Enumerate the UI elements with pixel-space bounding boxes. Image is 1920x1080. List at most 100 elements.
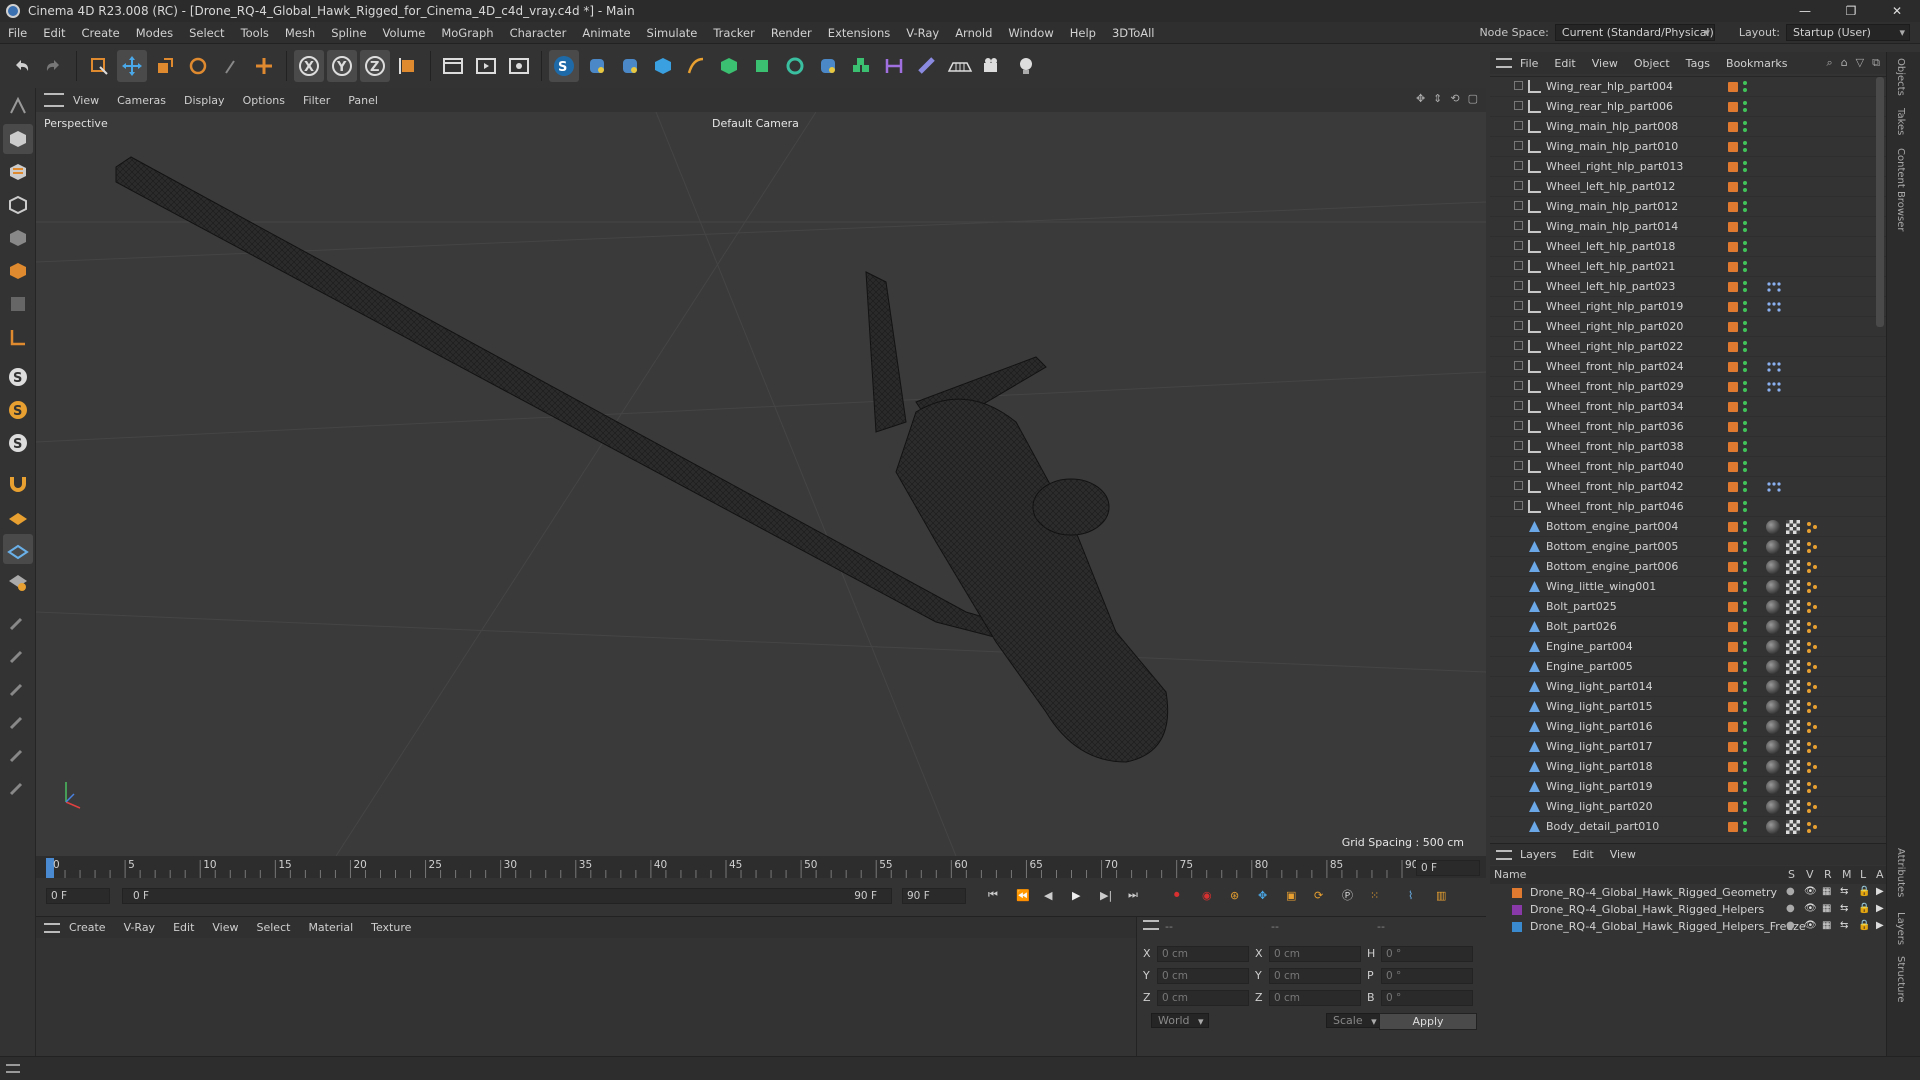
object-name[interactable]: Wheel_front_hlp_part024: [1546, 360, 1684, 373]
layer-color-swatch[interactable]: [1728, 622, 1738, 632]
material-menu-vray[interactable]: V-Ray: [115, 921, 165, 934]
extrude-icon[interactable]: [747, 50, 777, 82]
visibility-dots-icon[interactable]: [1742, 500, 1748, 514]
coord-world-dropdown[interactable]: World: [1151, 1013, 1209, 1028]
object-row[interactable]: Wing_rear_hlp_part004: [1490, 77, 1886, 97]
layer-color-swatch[interactable]: [1728, 542, 1738, 552]
status-menu-icon[interactable]: [6, 1064, 20, 1073]
y-axis-icon[interactable]: Y: [327, 50, 357, 82]
coords-hamburger-icon[interactable]: [1143, 920, 1159, 930]
uvw-tag-icon[interactable]: [1786, 660, 1800, 674]
viewport-menu-panel[interactable]: Panel: [339, 94, 387, 107]
visibility-dots-icon[interactable]: [1742, 780, 1748, 794]
render-picture-viewer-icon[interactable]: [471, 50, 501, 82]
object-name[interactable]: Body_detail_part010: [1546, 820, 1659, 833]
objects-menu-view[interactable]: View: [1584, 57, 1626, 70]
visibility-dots-icon[interactable]: [1742, 360, 1748, 374]
coord-size-y-field[interactable]: 0 cm: [1269, 967, 1361, 984]
menu-extensions[interactable]: Extensions: [820, 26, 898, 40]
visibility-dots-icon[interactable]: [1742, 760, 1748, 774]
layer-color-swatch[interactable]: [1728, 242, 1738, 252]
object-row[interactable]: Wheel_front_hlp_part040: [1490, 457, 1886, 477]
layers-menu-view[interactable]: View: [1602, 848, 1644, 861]
object-row[interactable]: Wing_main_hlp_part014: [1490, 217, 1886, 237]
layer-color-swatch[interactable]: [1728, 462, 1738, 472]
material-hamburger-icon[interactable]: [44, 922, 60, 933]
layer-color-swatch[interactable]: [1728, 482, 1738, 492]
go-to-start-icon[interactable]: ⏮: [988, 888, 1010, 902]
material-tag-icon[interactable]: [1766, 740, 1780, 754]
layer-visible-icon[interactable]: 👁: [1804, 920, 1817, 931]
end-frame-field[interactable]: 90 F: [902, 888, 966, 904]
uvw-tag-icon[interactable]: [1786, 600, 1800, 614]
material-tag-icon[interactable]: [1766, 680, 1780, 694]
expand-toggle-icon[interactable]: [1514, 281, 1523, 290]
visibility-dots-icon[interactable]: [1742, 740, 1748, 754]
uvw-tag-icon[interactable]: [1786, 760, 1800, 774]
viewport-3d[interactable]: Perspective Default Camera Grid Spacing …: [36, 112, 1486, 856]
menu-select[interactable]: Select: [181, 26, 232, 40]
object-name[interactable]: Bolt_part026: [1546, 620, 1617, 633]
viewport-move-icon[interactable]: ✥: [1416, 92, 1425, 105]
selection-tag-icon[interactable]: [1806, 801, 1817, 813]
selection-tag-icon[interactable]: [1806, 741, 1817, 753]
layer-lock-icon[interactable]: 🔒: [1858, 903, 1870, 914]
x-axis-icon[interactable]: X: [294, 50, 324, 82]
recent-tools-icon[interactable]: [216, 50, 246, 82]
menu-help[interactable]: Help: [1062, 26, 1104, 40]
timeline-ruler[interactable]: 0 5 10 15 20 25 30 35 40 45 50 55 60 65 70 75 80 85 90: [36, 856, 1486, 878]
expand-toggle-icon[interactable]: [1514, 161, 1523, 170]
right-frame-field[interactable]: 0 F: [1416, 860, 1480, 876]
viewport-rotate-icon[interactable]: ⟲: [1450, 92, 1459, 105]
python-icon-1[interactable]: [582, 50, 612, 82]
layer-visible-icon[interactable]: 👁: [1804, 903, 1817, 914]
object-name[interactable]: Wing_light_part018: [1546, 760, 1653, 773]
object-row[interactable]: Wing_light_part014: [1490, 677, 1886, 697]
object-row[interactable]: Wing_little_wing001: [1490, 577, 1886, 597]
layers-hamburger-icon[interactable]: [1496, 849, 1512, 860]
layer-color-swatch[interactable]: [1728, 322, 1738, 332]
visibility-dots-icon[interactable]: [1742, 260, 1748, 274]
field-icon[interactable]: [912, 50, 942, 82]
visibility-dots-icon[interactable]: [1742, 180, 1748, 194]
python-icon-2[interactable]: [615, 50, 645, 82]
uvw-tag-icon[interactable]: [1786, 620, 1800, 634]
motion-system-icon[interactable]: ⌇: [1408, 889, 1430, 902]
layer-color-swatch[interactable]: [1728, 422, 1738, 432]
layers-menu-edit[interactable]: Edit: [1564, 848, 1601, 861]
play-icon[interactable]: ▶: [1072, 889, 1094, 902]
coord-rot-h-field[interactable]: 0 °: [1381, 945, 1473, 962]
objects-filter-icon[interactable]: ▽: [1856, 56, 1864, 70]
key-scale-icon[interactable]: ▣: [1286, 889, 1308, 902]
layer-color-swatch[interactable]: [1728, 642, 1738, 652]
layer-color-swatch[interactable]: [1728, 602, 1738, 612]
material-tag-icon[interactable]: [1766, 700, 1780, 714]
menu-vray[interactable]: V-Ray: [898, 26, 947, 40]
visibility-dots-icon[interactable]: [1742, 540, 1748, 554]
selection-tag-icon[interactable]: [1806, 641, 1817, 653]
mograph-icon[interactable]: [780, 50, 810, 82]
object-name[interactable]: Wheel_right_hlp_part013: [1546, 160, 1683, 173]
sculpt-tool-icon-4[interactable]: [3, 739, 33, 769]
menu-tracker[interactable]: Tracker: [705, 26, 763, 40]
visibility-dots-icon[interactable]: [1742, 820, 1748, 834]
layer-color-swatch[interactable]: [1728, 162, 1738, 172]
object-name[interactable]: Wing_light_part014: [1546, 680, 1653, 693]
cube-icon[interactable]: [648, 50, 678, 82]
object-row[interactable]: Wheel_left_hlp_part023: [1490, 277, 1886, 297]
layer-render-icon[interactable]: ▦: [1822, 886, 1831, 897]
object-list-scrollbar[interactable]: [1876, 77, 1884, 327]
visibility-dots-icon[interactable]: [1742, 580, 1748, 594]
layer-color-swatch[interactable]: [1728, 682, 1738, 692]
object-name[interactable]: Wheel_front_hlp_part038: [1546, 440, 1684, 453]
magnet-icon[interactable]: [3, 468, 33, 498]
menu-edit[interactable]: Edit: [35, 26, 73, 40]
menu-window[interactable]: Window: [1000, 26, 1061, 40]
visibility-dots-icon[interactable]: [1742, 440, 1748, 454]
layer-color-swatch[interactable]: [1728, 222, 1738, 232]
grid-snap-icon[interactable]: [3, 534, 33, 564]
key-position-icon[interactable]: ✥: [1258, 889, 1280, 902]
visibility-dots-icon[interactable]: [1742, 700, 1748, 714]
visibility-dots-icon[interactable]: [1742, 560, 1748, 574]
layers-menu-layers[interactable]: Layers: [1512, 848, 1564, 861]
